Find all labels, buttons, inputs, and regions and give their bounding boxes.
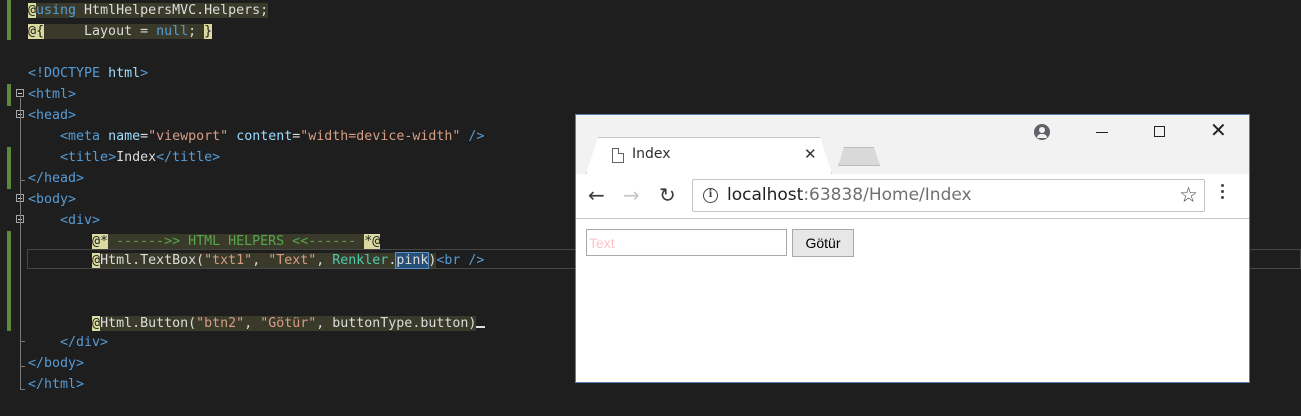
code-line-13: @Html.TextBox("txt1", "Text", Renkler.pi… <box>92 252 485 269</box>
info-icon[interactable]: i <box>703 188 718 203</box>
browser-window: Index ✕ ✕ ← → ↻ i localhost:63838/Home/I… <box>575 114 1250 383</box>
tab-close-icon[interactable]: ✕ <box>804 145 817 163</box>
code-line-6: <head> <box>28 108 77 123</box>
fold-guide-end <box>20 180 25 181</box>
code-line-11: <div> <box>60 213 101 228</box>
fold-guide-end <box>20 341 25 342</box>
forward-icon[interactable]: → <box>623 184 640 206</box>
change-marker <box>7 147 11 189</box>
code-line-10: <body> <box>28 192 77 207</box>
code-line-12: @* ------>> HTML HELPERS <<------ *@ <box>92 234 381 249</box>
url-host: localhost <box>727 185 804 205</box>
code-line-17: </div> <box>60 335 109 350</box>
new-tab-button[interactable] <box>838 147 880 166</box>
text-input-txt1[interactable] <box>586 229 787 256</box>
maximize-button[interactable] <box>1154 126 1165 137</box>
gotur-button[interactable]: Götür <box>792 229 854 257</box>
fold-guide-end <box>20 389 25 390</box>
code-line-9: </head> <box>28 171 85 186</box>
code-line-7: <meta name="viewport" content="width=dev… <box>60 129 485 144</box>
change-marker <box>7 231 11 331</box>
code-line-18: </body> <box>28 356 85 371</box>
code-line-5: <html> <box>28 87 77 102</box>
account-icon[interactable] <box>1034 124 1050 140</box>
code-line-1: @using HtmlHelpersMVC.Helpers; <box>28 3 269 18</box>
code-line-2: @{ Layout = null; } <box>28 24 213 39</box>
code-line-8: <title>Index</title> <box>60 150 221 165</box>
text-caret <box>476 314 486 328</box>
code-line-16: @Html.Button("btn2", "Götür", buttonType… <box>28 313 486 334</box>
browser-toolbar: ← → ↻ i localhost:63838/Home/Index ☆ <box>576 174 1249 219</box>
minimize-button[interactable] <box>1096 132 1108 133</box>
document-icon <box>612 148 624 163</box>
fold-guide-end <box>20 366 25 367</box>
close-window-button[interactable]: ✕ <box>1210 119 1227 141</box>
tab-title: Index <box>632 146 671 162</box>
browser-menu-icon[interactable] <box>1221 184 1225 202</box>
change-marker <box>7 84 11 106</box>
browser-titlebar[interactable]: Index ✕ ✕ <box>576 115 1249 174</box>
change-marker <box>7 0 11 40</box>
code-line-19: </html> <box>28 377 85 392</box>
editor-gutter <box>0 0 28 416</box>
address-bar[interactable]: i localhost:63838/Home/Index ☆ <box>692 179 1205 212</box>
url-path: :63838/Home/Index <box>803 185 972 205</box>
url-text[interactable]: localhost:63838/Home/Index <box>727 185 972 205</box>
reload-icon[interactable]: ↻ <box>659 184 676 206</box>
code-line-4: <!DOCTYPE html> <box>28 66 149 81</box>
fold-toggle-html[interactable] <box>16 89 24 97</box>
fold-guide <box>20 224 21 341</box>
back-icon[interactable]: ← <box>588 184 605 206</box>
bookmark-star-icon[interactable]: ☆ <box>1179 183 1198 207</box>
page-content: Götür <box>576 219 1249 382</box>
